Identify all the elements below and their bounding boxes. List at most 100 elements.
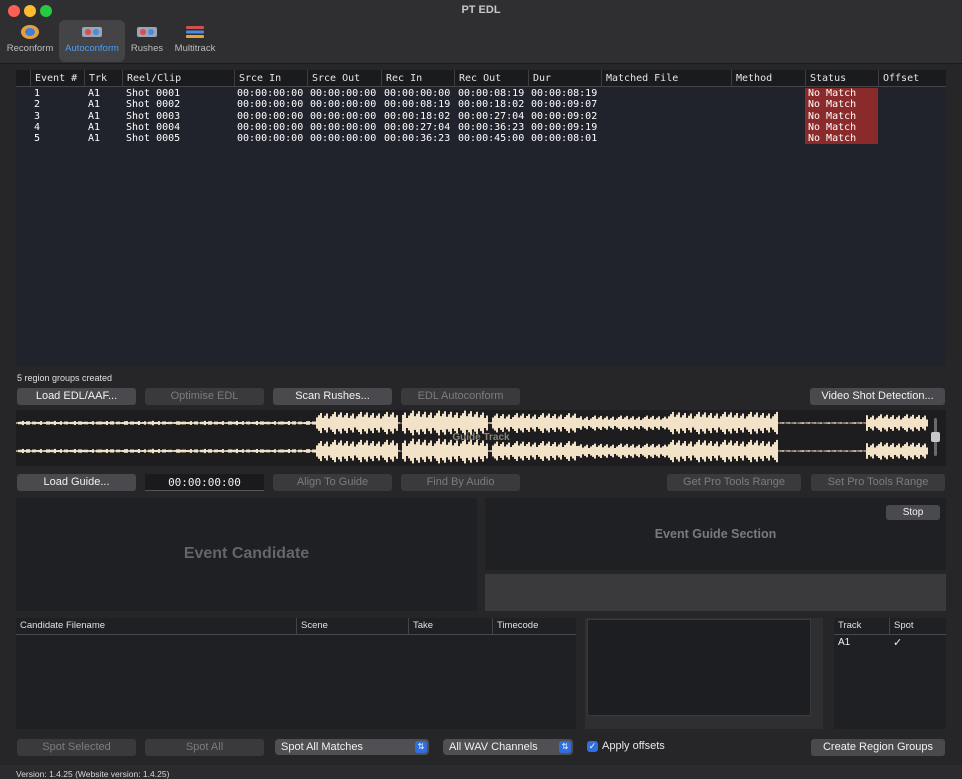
- col-matched-file[interactable]: Matched File: [601, 70, 731, 87]
- cell-rec-out: 00:00:36:23: [458, 121, 525, 133]
- col-take[interactable]: Take: [408, 618, 492, 634]
- col-event[interactable]: Event #: [30, 70, 83, 87]
- cell-reel: Shot 0003: [126, 110, 181, 122]
- cell-dur: 00:00:08:01: [531, 133, 598, 145]
- col-rec-out[interactable]: Rec Out: [454, 70, 528, 87]
- cell-rec-in: 00:00:08:19: [384, 99, 451, 111]
- get-pro-tools-range-button[interactable]: Get Pro Tools Range: [667, 474, 801, 491]
- cell-rec-in: 00:00:18:02: [384, 110, 451, 122]
- cell-rec-out: 00:00:45:00: [458, 133, 525, 145]
- col-srce-out[interactable]: Srce Out: [307, 70, 381, 87]
- cell-srce-in: 00:00:00:00: [237, 110, 304, 122]
- col-method[interactable]: Method: [731, 70, 805, 87]
- cell-event: 4: [34, 121, 41, 133]
- candidate-table[interactable]: Candidate Filename Scene Take Timecode: [16, 618, 576, 729]
- edl-autoconform-button[interactable]: EDL Autoconform: [401, 388, 520, 405]
- event-candidate-panel: Event Candidate: [16, 498, 477, 611]
- spot-checkmark-icon[interactable]: ✓: [893, 636, 902, 649]
- col-reel[interactable]: Reel/Clip: [122, 70, 234, 87]
- cell-reel: Shot 0001: [126, 88, 181, 99]
- cell-reel: Shot 0002: [126, 99, 181, 111]
- create-region-groups-button[interactable]: Create Region Groups: [811, 739, 945, 756]
- spot-all-button[interactable]: Spot All: [145, 739, 264, 756]
- track-cell: A1: [838, 637, 851, 648]
- cell-event: 1: [34, 88, 41, 99]
- tab-autoconform[interactable]: Autoconform: [59, 20, 125, 62]
- cell-event: 3: [34, 110, 41, 122]
- cell-rec-in: 00:00:36:23: [384, 133, 451, 145]
- col-srce-in[interactable]: Srce In: [234, 70, 307, 87]
- autoconform-icon: [82, 27, 102, 37]
- col-scene[interactable]: Scene: [296, 618, 408, 634]
- tab-label: Autoconform: [65, 43, 119, 54]
- table-row[interactable]: 3 A1 Shot 0003 00:00:00:00 00:00:00:00 00:00:…: [16, 110, 946, 122]
- cell-rec-in: 00:00:00:00: [384, 88, 451, 99]
- find-by-audio-button[interactable]: Find By Audio: [401, 474, 520, 491]
- channels-select[interactable]: All WAV Channels ⇅: [443, 739, 573, 755]
- col-status[interactable]: Status: [805, 70, 878, 87]
- apply-offsets-checkbox[interactable]: ✓: [587, 741, 598, 752]
- cell-event: 5: [34, 133, 41, 145]
- align-to-guide-button[interactable]: Align To Guide: [273, 474, 392, 491]
- col-spot[interactable]: Spot: [889, 618, 946, 634]
- zoom-slider-handle[interactable]: [931, 432, 940, 442]
- cell-srce-in: 00:00:00:00: [237, 88, 304, 99]
- cell-event: 2: [34, 99, 41, 111]
- col-rec-in[interactable]: Rec In: [381, 70, 454, 87]
- col-trk[interactable]: Trk: [84, 70, 122, 87]
- load-guide-button[interactable]: Load Guide...: [17, 474, 136, 491]
- status-message: 5 region groups created: [17, 373, 113, 383]
- cell-dur: 00:00:08:19: [531, 88, 598, 99]
- edl-rows: 1 A1 Shot 0001 00:00:00:00 00:00:00:00 00:00:…: [16, 88, 946, 148]
- cell-status: No Match: [805, 121, 878, 134]
- col-timecode[interactable]: Timecode: [492, 618, 576, 634]
- col-dur[interactable]: Dur: [528, 70, 601, 87]
- edl-table[interactable]: Event # Trk Reel/Clip Srce In Srce Out R…: [16, 70, 946, 366]
- scan-rushes-button[interactable]: Scan Rushes...: [273, 388, 392, 405]
- cell-srce-out: 00:00:00:00: [310, 121, 377, 133]
- cell-status: No Match: [805, 110, 878, 122]
- cell-srce-out: 00:00:00:00: [310, 110, 377, 122]
- preview-area: [587, 619, 811, 716]
- cell-srce-in: 00:00:00:00: [237, 121, 304, 133]
- version-footer: Version: 1.4.25 (Website version: 1.4.25…: [0, 765, 962, 779]
- table-row[interactable]: 4 A1 Shot 0004 00:00:00:00 00:00:00:00 00:00:…: [16, 121, 946, 134]
- cell-trk: A1: [88, 88, 101, 99]
- tab-reconform[interactable]: Reconform: [4, 20, 56, 62]
- guide-timecode-field[interactable]: 00:00:00:00: [145, 474, 264, 491]
- cell-trk: A1: [88, 99, 101, 111]
- set-pro-tools-range-button[interactable]: Set Pro Tools Range: [811, 474, 945, 491]
- tab-label: Multitrack: [174, 43, 216, 54]
- cell-srce-out: 00:00:00:00: [310, 133, 377, 145]
- cell-rec-out: 00:00:08:19: [458, 88, 525, 99]
- spot-selected-button[interactable]: Spot Selected: [17, 739, 136, 756]
- candidate-table-header: Candidate Filename Scene Take Timecode: [16, 618, 576, 635]
- col-candidate-filename[interactable]: Candidate Filename: [16, 618, 296, 634]
- cell-rec-in: 00:00:27:04: [384, 121, 451, 133]
- cell-status: No Match: [805, 133, 878, 145]
- table-row[interactable]: 1 A1 Shot 0001 00:00:00:00 00:00:00:00 00:00:…: [16, 88, 946, 100]
- optimise-edl-button[interactable]: Optimise EDL: [145, 388, 264, 405]
- table-row[interactable]: 2 A1 Shot 0002 00:00:00:00 00:00:00:00 00:00:…: [16, 99, 946, 111]
- track-table-header: Track Spot: [834, 618, 946, 635]
- cell-reel: Shot 0005: [126, 133, 181, 145]
- tab-rushes[interactable]: Rushes: [128, 20, 166, 62]
- tab-multitrack[interactable]: Multitrack: [170, 20, 220, 62]
- col-offset[interactable]: Offset: [878, 70, 946, 87]
- video-shot-detection-button[interactable]: Video Shot Detection...: [810, 388, 945, 405]
- event-guide-section-panel: Event Guide Section Stop: [485, 498, 946, 570]
- cell-dur: 00:00:09:19: [531, 121, 598, 133]
- cell-trk: A1: [88, 133, 101, 145]
- cell-srce-in: 00:00:00:00: [237, 133, 304, 145]
- col-track[interactable]: Track: [834, 618, 889, 634]
- cell-srce-out: 00:00:00:00: [310, 88, 377, 99]
- cell-rec-out: 00:00:18:02: [458, 99, 525, 111]
- guide-track-waveform[interactable]: Guide Track: [16, 410, 946, 466]
- table-row[interactable]: 5 A1 Shot 0005 00:00:00:00 00:00:00:00 00:00:…: [16, 133, 946, 145]
- track-spot-table[interactable]: Track Spot A1 ✓: [834, 618, 946, 729]
- load-edl-button[interactable]: Load EDL/AAF...: [17, 388, 136, 405]
- stop-button[interactable]: Stop: [886, 505, 940, 520]
- spot-mode-select[interactable]: Spot All Matches ⇅: [275, 739, 429, 755]
- spot-mode-value: Spot All Matches: [281, 741, 363, 753]
- chevron-updown-icon: ⇅: [559, 741, 571, 753]
